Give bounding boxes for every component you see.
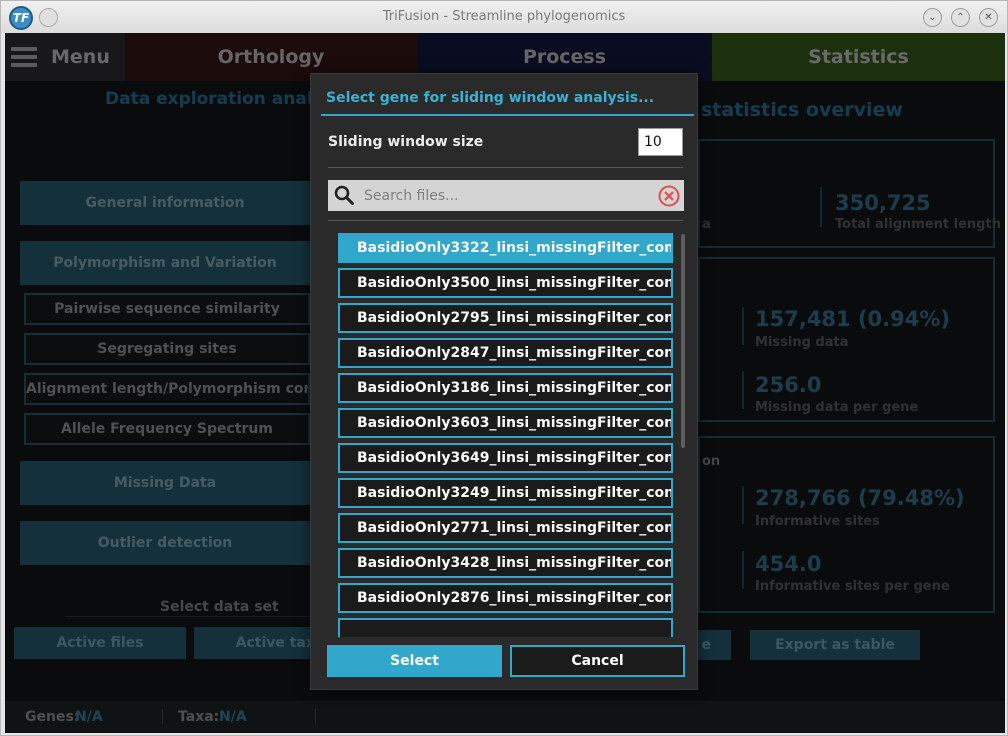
file-list-item[interactable]: BasidioOnly3428_linsi_missingFilter_conc…: [338, 548, 673, 578]
file-list-item[interactable]: BasidioOnly2847_linsi_missingFilter_conc…: [338, 338, 673, 368]
file-list-item-partial[interactable]: [338, 618, 673, 637]
file-list-item[interactable]: BasidioOnly2876_linsi_missingFilter_conc…: [338, 583, 673, 613]
cancel-button[interactable]: Cancel: [510, 645, 685, 677]
search-files-input[interactable]: [364, 185, 644, 206]
file-list-item[interactable]: BasidioOnly2771_linsi_missingFilter_conc…: [338, 513, 673, 543]
file-list-item[interactable]: BasidioOnly3249_linsi_missingFilter_conc…: [338, 478, 673, 508]
maximize-button[interactable]: ⌃: [951, 8, 970, 27]
file-list-item[interactable]: BasidioOnly3322_linsi_missingFilter_conc…: [338, 233, 673, 263]
window-title: TriFusion - Streamline phylogenomics: [382, 9, 626, 24]
dialog-title: Select gene for sliding window analysis.…: [326, 90, 655, 106]
clear-search-icon[interactable]: [658, 185, 680, 207]
file-list-item[interactable]: BasidioOnly3649_linsi_missingFilter_conc…: [338, 443, 673, 473]
sliding-window-dialog: Select gene for sliding window analysis.…: [310, 73, 698, 690]
file-list: BasidioOnly3322_linsi_missingFilter_conc…: [338, 233, 674, 637]
close-icon: ✕: [984, 12, 993, 23]
divider: [328, 220, 683, 221]
file-list-item[interactable]: BasidioOnly3603_linsi_missingFilter_conc…: [338, 408, 673, 438]
minimize-button[interactable]: ⌄: [923, 8, 942, 27]
file-list-item[interactable]: BasidioOnly2795_linsi_missingFilter_conc…: [338, 303, 673, 333]
title-bar: TF TriFusion - Streamline phylogenomics …: [1, 1, 1007, 33]
close-window-button[interactable]: ✕: [979, 8, 998, 27]
sliding-window-label: Sliding window size: [328, 134, 484, 150]
divider: [328, 167, 683, 168]
chevron-down-icon: ⌄: [928, 12, 937, 23]
file-list-item[interactable]: BasidioOnly3500_linsi_missingFilter_conc…: [338, 268, 673, 298]
search-bar: [328, 180, 684, 211]
search-icon: [334, 185, 354, 205]
title-underline: [321, 114, 694, 116]
list-scrollbar[interactable]: [681, 234, 685, 448]
select-button[interactable]: Select: [327, 645, 502, 677]
app-area: Menu Orthology Process Statistics Data e…: [5, 33, 1005, 733]
chevron-up-icon: ⌃: [956, 12, 965, 23]
file-list-item[interactable]: BasidioOnly3186_linsi_missingFilter_conc…: [338, 373, 673, 403]
app-window: TF TriFusion - Streamline phylogenomics …: [0, 0, 1008, 736]
sliding-window-size-input[interactable]: [638, 128, 683, 156]
